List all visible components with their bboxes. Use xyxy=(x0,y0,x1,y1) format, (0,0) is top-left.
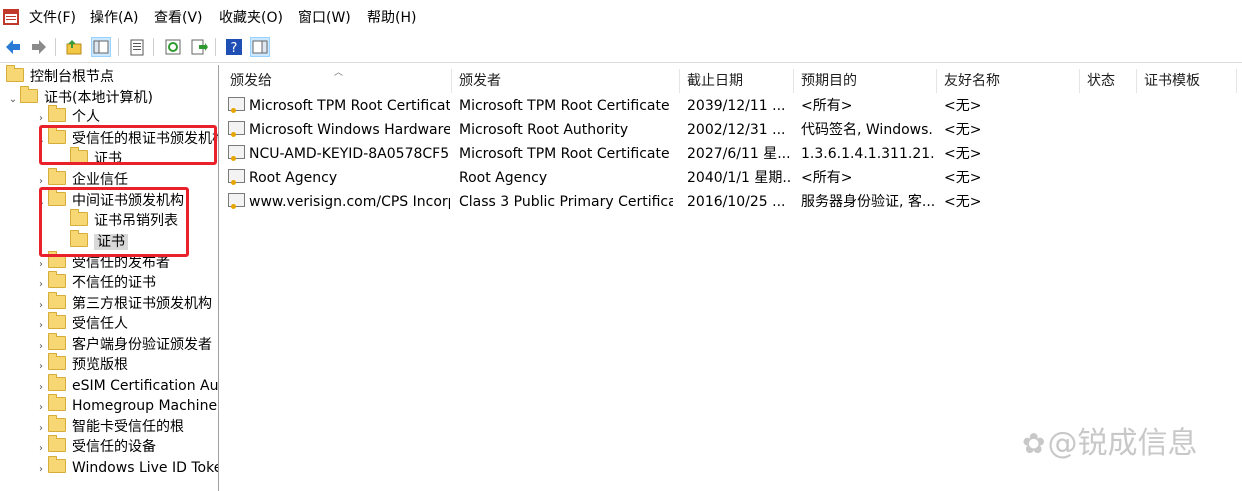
tree-node-windows-live[interactable]: › Windows Live ID Token xyxy=(34,456,218,480)
tree-node-third-party-root[interactable]: › 第三方根证书颁发机构 xyxy=(34,292,212,316)
chevron-right-icon[interactable]: › xyxy=(34,255,48,275)
table-row[interactable]: Root Agency Root Agency 2040/1/1 星期... <… xyxy=(222,166,1222,190)
tree-node-esim[interactable]: › eSIM Certification Auth xyxy=(34,374,218,398)
column-header-intended-purposes[interactable]: 预期目的 xyxy=(793,65,936,93)
folder-icon xyxy=(48,271,66,288)
folder-icon xyxy=(48,435,66,452)
chevron-right-icon[interactable]: › xyxy=(34,460,48,480)
folder-icon xyxy=(48,374,66,391)
chevron-right-icon[interactable]: › xyxy=(34,398,48,418)
chevron-right-icon[interactable]: › xyxy=(34,316,48,336)
sort-ascending-icon: ︿ xyxy=(334,68,344,78)
folder-icon xyxy=(48,105,66,122)
column-header-certificate-template[interactable]: 证书模板 xyxy=(1136,65,1236,93)
menu-bar: 文件(F) 操作(A) 查看(V) 收藏夹(O) 窗口(W) 帮助(H) xyxy=(0,0,1242,34)
folder-icon xyxy=(48,394,66,411)
highlight-box-intermediate xyxy=(39,187,189,257)
properties-icon[interactable] xyxy=(127,37,147,57)
tree-node-preview-root[interactable]: › 预览版根 xyxy=(34,353,128,377)
certificate-icon xyxy=(228,193,245,209)
wechat-icon: ✿ xyxy=(1022,427,1046,460)
svg-text:?: ? xyxy=(231,41,238,56)
toolbar: ? xyxy=(0,34,1242,63)
forward-icon[interactable] xyxy=(29,37,49,57)
tree-node-trusted-people[interactable]: › 受信任人 xyxy=(34,312,128,336)
help-icon[interactable]: ? xyxy=(224,37,244,57)
tree-node-certificates-local[interactable]: ⌄ 证书(本地计算机) xyxy=(6,86,153,110)
folder-icon xyxy=(48,456,66,473)
column-header-expiration-date[interactable]: 截止日期 xyxy=(679,65,793,93)
table-row[interactable]: NCU-AMD-KEYID-8A0578CF5... Microsoft TPM… xyxy=(222,142,1222,166)
highlight-box-trusted-root xyxy=(39,125,217,165)
show-hide-tree-icon[interactable] xyxy=(91,37,111,57)
tree-node-untrusted[interactable]: › 不信任的证书 xyxy=(34,271,156,295)
folder-icon xyxy=(48,353,66,370)
menu-help[interactable]: 帮助(H) xyxy=(367,9,416,27)
chevron-right-icon[interactable]: › xyxy=(34,439,48,459)
up-folder-icon[interactable] xyxy=(64,37,84,57)
table-row[interactable]: Microsoft Windows Hardware ... Microsoft… xyxy=(222,118,1222,142)
certificate-store-icon xyxy=(20,86,38,103)
tree-node-homegroup[interactable]: › Homegroup Machine C xyxy=(34,394,218,418)
certificate-icon xyxy=(228,169,245,185)
certificate-icon xyxy=(228,145,245,161)
tree-node-client-auth-issuers[interactable]: › 客户端身份验证颁发者 xyxy=(34,333,212,357)
menu-window[interactable]: 窗口(W) xyxy=(298,9,351,27)
menu-file[interactable]: 文件(F) xyxy=(29,9,76,27)
chevron-down-icon[interactable]: ⌄ xyxy=(6,90,20,110)
refresh-icon[interactable] xyxy=(163,37,183,57)
console-tree: 控制台根节点 ⌄ 证书(本地计算机) › 个人 ⌄ 受信任的根证书颁发机构 证书 › 企… xyxy=(0,65,219,491)
folder-icon xyxy=(48,415,66,432)
show-hide-action-pane-icon[interactable] xyxy=(250,37,270,57)
certificate-icon xyxy=(228,121,245,137)
chevron-right-icon[interactable]: › xyxy=(34,419,48,439)
tree-node-personal[interactable]: › 个人 xyxy=(34,105,100,127)
menu-action[interactable]: 操作(A) xyxy=(90,9,139,27)
export-list-icon[interactable] xyxy=(189,37,209,57)
chevron-right-icon[interactable]: › xyxy=(34,378,48,398)
tree-node-smartcard-root[interactable]: › 智能卡受信任的根 xyxy=(34,415,184,439)
column-header-issued-by[interactable]: 颁发者 xyxy=(451,65,679,93)
table-row[interactable]: www.verisign.com/CPS Incorp... Class 3 P… xyxy=(222,190,1222,214)
back-icon[interactable] xyxy=(3,37,23,57)
mmc-app-icon[interactable] xyxy=(3,9,19,25)
chevron-right-icon[interactable]: › xyxy=(34,337,48,357)
folder-icon xyxy=(48,333,66,350)
folder-icon xyxy=(48,292,66,309)
chevron-right-icon[interactable]: › xyxy=(34,296,48,316)
folder-icon xyxy=(48,312,66,329)
certificate-icon xyxy=(228,97,245,113)
tree-node-trusted-devices[interactable]: › 受信任的设备 xyxy=(34,435,156,459)
folder-icon xyxy=(48,168,66,185)
folder-icon xyxy=(6,65,24,82)
chevron-right-icon[interactable]: › xyxy=(34,357,48,377)
table-row[interactable]: Microsoft TPM Root Certificate... Micros… xyxy=(222,94,1222,118)
watermark: ✿@锐成信息 xyxy=(1022,424,1197,464)
menu-favorites[interactable]: 收藏夹(O) xyxy=(219,9,283,27)
tree-node-console-root[interactable]: 控制台根节点 xyxy=(6,65,114,87)
column-header-status[interactable]: 状态 xyxy=(1079,65,1136,93)
menu-view[interactable]: 查看(V) xyxy=(154,9,203,27)
chevron-right-icon[interactable]: › xyxy=(34,275,48,295)
column-header-friendly-name[interactable]: 友好名称 xyxy=(936,65,1079,93)
